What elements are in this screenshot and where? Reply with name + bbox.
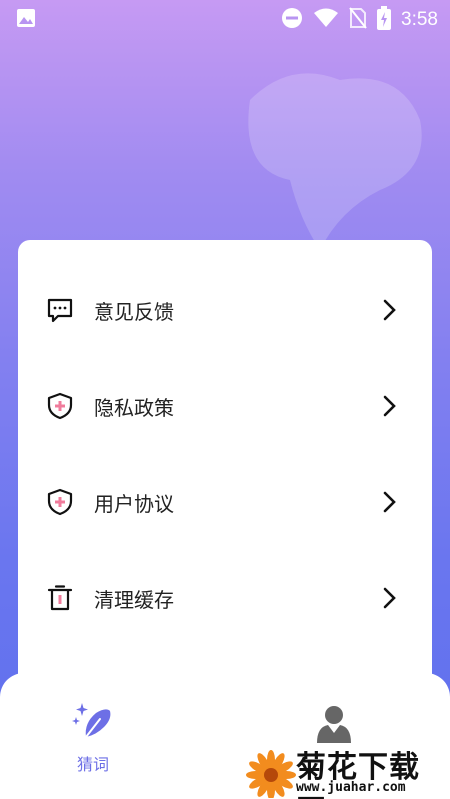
shield-icon	[46, 392, 74, 420]
menu-item-label: 用户协议	[94, 491, 174, 516]
person-icon	[314, 703, 354, 747]
do-not-disturb-icon	[281, 7, 303, 33]
menu-item-clear-cache[interactable]: 清理缓存	[18, 568, 432, 628]
watermark: 菊花下载网 www.juahar.com	[246, 748, 450, 799]
chevron-right-icon	[382, 490, 398, 514]
menu-item-feedback[interactable]: 意见反馈	[18, 280, 432, 340]
chevron-right-icon	[382, 586, 398, 610]
image-icon	[16, 8, 36, 32]
watermark-url: www.juahar.com	[296, 780, 406, 795]
tab-profile[interactable]	[314, 703, 354, 747]
no-sim-icon	[349, 7, 367, 33]
settings-card: 意见反馈 隐私政策 用户协议 清理缓存	[18, 240, 432, 700]
chevron-right-icon	[382, 298, 398, 322]
status-time: 3:58	[401, 9, 438, 30]
status-bar: 3:58	[0, 0, 450, 36]
message-icon	[46, 296, 74, 324]
shield-icon	[46, 488, 74, 516]
tab-label: 猜词	[76, 755, 109, 774]
menu-item-user-agreement[interactable]: 用户协议	[18, 472, 432, 532]
menu-item-privacy-policy[interactable]: 隐私政策	[18, 376, 432, 436]
menu-item-label: 隐私政策	[94, 395, 174, 420]
chevron-right-icon	[382, 394, 398, 418]
menu-item-label: 清理缓存	[94, 587, 174, 612]
trash-icon	[46, 584, 74, 612]
menu-item-label: 意见反馈	[94, 299, 174, 324]
wifi-icon	[313, 7, 339, 33]
flower-logo	[246, 748, 296, 799]
background-decoration	[248, 73, 422, 250]
tab-guess-word[interactable]: 猜词	[72, 701, 114, 775]
feather-sparkle-icon	[72, 701, 114, 745]
status-icons: 3:58	[281, 6, 438, 34]
battery-charging-icon	[377, 6, 392, 34]
